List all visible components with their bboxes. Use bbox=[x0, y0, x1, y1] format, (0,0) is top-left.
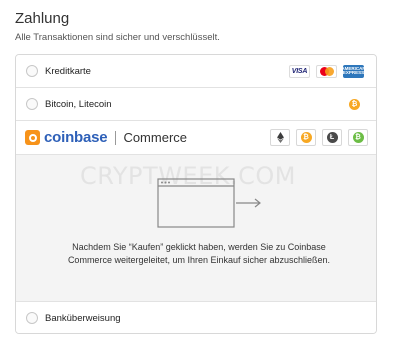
payment-subheading: Alle Transaktionen sind sicher und versc… bbox=[15, 32, 220, 43]
amex-icon: AMERICAN EXPRESS bbox=[341, 64, 366, 78]
payment-option-credit-card[interactable]: Kreditkarte VISA AMERICAN EXPRESS bbox=[16, 55, 376, 88]
amex-text: AMERICAN EXPRESS bbox=[341, 65, 366, 75]
coinbase-commerce-logo: coinbase Commerce bbox=[25, 129, 187, 146]
ethereum-icon bbox=[270, 129, 290, 146]
payment-heading: Zahlung bbox=[15, 10, 70, 27]
bitcoin-litecoin-label: Bitcoin, Litecoin bbox=[45, 98, 112, 110]
litecoin-icon: Ł bbox=[322, 129, 342, 146]
coinbase-wordmark: coinbase bbox=[44, 129, 108, 146]
coinbase-coin-icons: ₿ Ł ₿ bbox=[270, 129, 368, 146]
coinbase-redirect-info: CRYPTWEEK.COM Nachdem Sie “Kaufen” gekli… bbox=[16, 155, 376, 301]
logo-divider bbox=[115, 130, 117, 145]
credit-card-radio[interactable] bbox=[26, 65, 38, 77]
payment-option-coinbase-commerce[interactable]: coinbase Commerce ₿ Ł ₿ bbox=[16, 121, 376, 155]
commerce-wordmark: Commerce bbox=[123, 130, 188, 145]
visa-text: VISA bbox=[291, 67, 308, 75]
mastercard-icon bbox=[316, 64, 337, 78]
coinbase-redirect-description: Nachdem Sie “Kaufen” geklickt haben, wer… bbox=[67, 242, 331, 265]
visa-icon: VISA bbox=[289, 64, 310, 78]
credit-card-label: Kreditkarte bbox=[45, 65, 91, 77]
bitcoin-litecoin-radio[interactable] bbox=[26, 98, 38, 110]
card-brand-icons: VISA AMERICAN EXPRESS bbox=[289, 64, 366, 78]
payment-methods-panel: Kreditkarte VISA AMERICAN EXPRESS Bitcoi… bbox=[15, 54, 377, 334]
bitcoin-cash-icon: ₿ bbox=[348, 129, 368, 146]
payment-option-bank-transfer[interactable]: Banküberweisung bbox=[16, 301, 376, 333]
bitcoin-icon: ₿ bbox=[349, 98, 360, 110]
bank-transfer-radio[interactable] bbox=[26, 312, 38, 324]
coinbase-icon bbox=[25, 130, 40, 145]
bank-transfer-label: Banküberweisung bbox=[45, 312, 121, 324]
bitcoin-icon: ₿ bbox=[296, 129, 316, 146]
browser-redirect-icon bbox=[157, 178, 261, 228]
payment-option-bitcoin-litecoin[interactable]: Bitcoin, Litecoin ₿ bbox=[16, 88, 376, 121]
